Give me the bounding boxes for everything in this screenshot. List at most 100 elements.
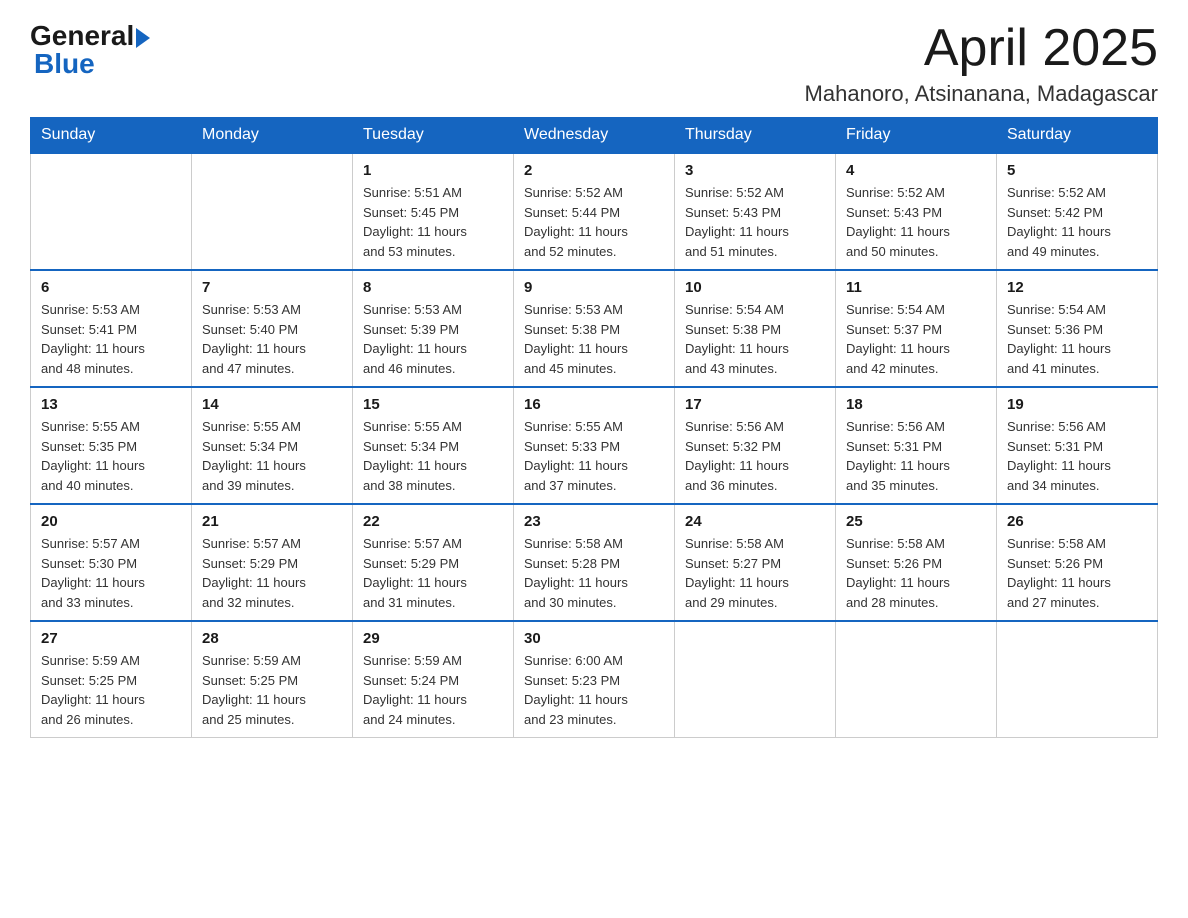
day-info: Sunrise: 5:55 AM Sunset: 5:33 PM Dayligh… (524, 417, 664, 495)
day-number: 6 (41, 279, 181, 296)
calendar-cell: 14 Sunrise: 5:55 AM Sunset: 5:34 PM Dayli… (192, 387, 353, 504)
day-number: 26 (1007, 513, 1147, 530)
day-info: Sunrise: 5:56 AM Sunset: 5:31 PM Dayligh… (1007, 417, 1147, 495)
logo-blue-text: Blue (34, 48, 95, 80)
day-number: 3 (685, 162, 825, 179)
day-number: 25 (846, 513, 986, 530)
day-info: Sunrise: 5:56 AM Sunset: 5:32 PM Dayligh… (685, 417, 825, 495)
calendar-cell: 30 Sunrise: 6:00 AM Sunset: 5:23 PM Dayli… (514, 621, 675, 738)
day-info: Sunrise: 5:55 AM Sunset: 5:34 PM Dayligh… (202, 417, 342, 495)
calendar-cell: 19Sunrise: 5:56 AM Sunset: 5:31 PM Dayli… (997, 387, 1158, 504)
day-number: 23 (524, 513, 664, 530)
calendar-cell: 21 Sunrise: 5:57 AM Sunset: 5:29 PM Dayli… (192, 504, 353, 621)
day-number: 12 (1007, 279, 1147, 296)
day-info: Sunrise: 5:57 AM Sunset: 5:29 PM Dayligh… (202, 534, 342, 612)
day-info: Sunrise: 5:54 AM Sunset: 5:37 PM Dayligh… (846, 300, 986, 378)
calendar-cell: 2Sunrise: 5:52 AM Sunset: 5:44 PM Daylig… (514, 153, 675, 270)
calendar-cell (997, 621, 1158, 738)
day-info: Sunrise: 5:58 AM Sunset: 5:26 PM Dayligh… (1007, 534, 1147, 612)
day-info: Sunrise: 5:59 AM Sunset: 5:25 PM Dayligh… (41, 651, 181, 729)
page-header: General Blue April 2025 Mahanoro, Atsina… (30, 20, 1158, 107)
day-info: Sunrise: 5:59 AM Sunset: 5:24 PM Dayligh… (363, 651, 503, 729)
day-info: Sunrise: 5:56 AM Sunset: 5:31 PM Dayligh… (846, 417, 986, 495)
day-number: 21 (202, 513, 342, 530)
calendar-cell: 5 Sunrise: 5:52 AM Sunset: 5:42 PM Daylig… (997, 153, 1158, 270)
calendar-cell: 28Sunrise: 5:59 AM Sunset: 5:25 PM Dayli… (192, 621, 353, 738)
day-info: Sunrise: 5:57 AM Sunset: 5:29 PM Dayligh… (363, 534, 503, 612)
logo-arrow-icon (136, 28, 150, 48)
calendar-week-row: 1Sunrise: 5:51 AM Sunset: 5:45 PM Daylig… (31, 153, 1158, 270)
calendar-week-row: 20 Sunrise: 5:57 AM Sunset: 5:30 PM Dayli… (31, 504, 1158, 621)
calendar-cell: 4 Sunrise: 5:52 AM Sunset: 5:43 PM Daylig… (836, 153, 997, 270)
day-number: 2 (524, 162, 664, 179)
day-number: 4 (846, 162, 986, 179)
day-info: Sunrise: 5:52 AM Sunset: 5:43 PM Dayligh… (846, 183, 986, 261)
calendar-cell: 20 Sunrise: 5:57 AM Sunset: 5:30 PM Dayli… (31, 504, 192, 621)
day-number: 17 (685, 396, 825, 413)
day-info: Sunrise: 5:52 AM Sunset: 5:42 PM Dayligh… (1007, 183, 1147, 261)
day-number: 13 (41, 396, 181, 413)
day-info: Sunrise: 5:52 AM Sunset: 5:43 PM Dayligh… (685, 183, 825, 261)
day-number: 8 (363, 279, 503, 296)
calendar-cell: 12 Sunrise: 5:54 AM Sunset: 5:36 PM Dayli… (997, 270, 1158, 387)
calendar-cell (192, 153, 353, 270)
day-info: Sunrise: 5:53 AM Sunset: 5:39 PM Dayligh… (363, 300, 503, 378)
calendar-cell: 26 Sunrise: 5:58 AM Sunset: 5:26 PM Dayli… (997, 504, 1158, 621)
header-saturday: Saturday (997, 118, 1158, 154)
day-info: Sunrise: 5:55 AM Sunset: 5:34 PM Dayligh… (363, 417, 503, 495)
day-number: 22 (363, 513, 503, 530)
day-info: Sunrise: 5:53 AM Sunset: 5:38 PM Dayligh… (524, 300, 664, 378)
calendar-week-row: 13Sunrise: 5:55 AM Sunset: 5:35 PM Dayli… (31, 387, 1158, 504)
day-number: 18 (846, 396, 986, 413)
calendar-header-row: SundayMondayTuesdayWednesdayThursdayFrid… (31, 118, 1158, 154)
day-number: 14 (202, 396, 342, 413)
title-section: April 2025 Mahanoro, Atsinanana, Madagas… (805, 20, 1158, 107)
day-number: 15 (363, 396, 503, 413)
calendar-cell: 13Sunrise: 5:55 AM Sunset: 5:35 PM Dayli… (31, 387, 192, 504)
day-number: 27 (41, 630, 181, 647)
calendar-cell: 16 Sunrise: 5:55 AM Sunset: 5:33 PM Dayli… (514, 387, 675, 504)
calendar-week-row: 27 Sunrise: 5:59 AM Sunset: 5:25 PM Dayli… (31, 621, 1158, 738)
logo: General Blue (30, 20, 150, 80)
header-sunday: Sunday (31, 118, 192, 154)
calendar-cell: 17 Sunrise: 5:56 AM Sunset: 5:32 PM Dayli… (675, 387, 836, 504)
header-monday: Monday (192, 118, 353, 154)
calendar-cell: 25Sunrise: 5:58 AM Sunset: 5:26 PM Dayli… (836, 504, 997, 621)
day-number: 24 (685, 513, 825, 530)
calendar-cell: 23 Sunrise: 5:58 AM Sunset: 5:28 PM Dayli… (514, 504, 675, 621)
day-info: Sunrise: 5:59 AM Sunset: 5:25 PM Dayligh… (202, 651, 342, 729)
calendar-cell: 29 Sunrise: 5:59 AM Sunset: 5:24 PM Dayli… (353, 621, 514, 738)
calendar-cell: 8 Sunrise: 5:53 AM Sunset: 5:39 PM Daylig… (353, 270, 514, 387)
calendar-cell: 6 Sunrise: 5:53 AM Sunset: 5:41 PM Daylig… (31, 270, 192, 387)
header-thursday: Thursday (675, 118, 836, 154)
calendar-table: SundayMondayTuesdayWednesdayThursdayFrid… (30, 117, 1158, 738)
day-number: 16 (524, 396, 664, 413)
day-number: 30 (524, 630, 664, 647)
location-text: Mahanoro, Atsinanana, Madagascar (805, 81, 1158, 107)
day-info: Sunrise: 5:53 AM Sunset: 5:40 PM Dayligh… (202, 300, 342, 378)
day-info: Sunrise: 5:54 AM Sunset: 5:36 PM Dayligh… (1007, 300, 1147, 378)
day-info: Sunrise: 5:57 AM Sunset: 5:30 PM Dayligh… (41, 534, 181, 612)
calendar-cell: 11Sunrise: 5:54 AM Sunset: 5:37 PM Dayli… (836, 270, 997, 387)
calendar-cell (675, 621, 836, 738)
calendar-cell: 7Sunrise: 5:53 AM Sunset: 5:40 PM Daylig… (192, 270, 353, 387)
day-info: Sunrise: 6:00 AM Sunset: 5:23 PM Dayligh… (524, 651, 664, 729)
calendar-cell: 10Sunrise: 5:54 AM Sunset: 5:38 PM Dayli… (675, 270, 836, 387)
header-tuesday: Tuesday (353, 118, 514, 154)
day-info: Sunrise: 5:53 AM Sunset: 5:41 PM Dayligh… (41, 300, 181, 378)
calendar-cell: 27 Sunrise: 5:59 AM Sunset: 5:25 PM Dayli… (31, 621, 192, 738)
calendar-cell: 9 Sunrise: 5:53 AM Sunset: 5:38 PM Daylig… (514, 270, 675, 387)
day-number: 29 (363, 630, 503, 647)
day-number: 9 (524, 279, 664, 296)
calendar-cell: 18 Sunrise: 5:56 AM Sunset: 5:31 PM Dayli… (836, 387, 997, 504)
header-wednesday: Wednesday (514, 118, 675, 154)
month-title: April 2025 (805, 20, 1158, 77)
day-info: Sunrise: 5:54 AM Sunset: 5:38 PM Dayligh… (685, 300, 825, 378)
calendar-cell: 1Sunrise: 5:51 AM Sunset: 5:45 PM Daylig… (353, 153, 514, 270)
calendar-cell (836, 621, 997, 738)
day-info: Sunrise: 5:58 AM Sunset: 5:28 PM Dayligh… (524, 534, 664, 612)
day-number: 5 (1007, 162, 1147, 179)
day-number: 20 (41, 513, 181, 530)
calendar-cell: 15 Sunrise: 5:55 AM Sunset: 5:34 PM Dayli… (353, 387, 514, 504)
day-number: 1 (363, 162, 503, 179)
